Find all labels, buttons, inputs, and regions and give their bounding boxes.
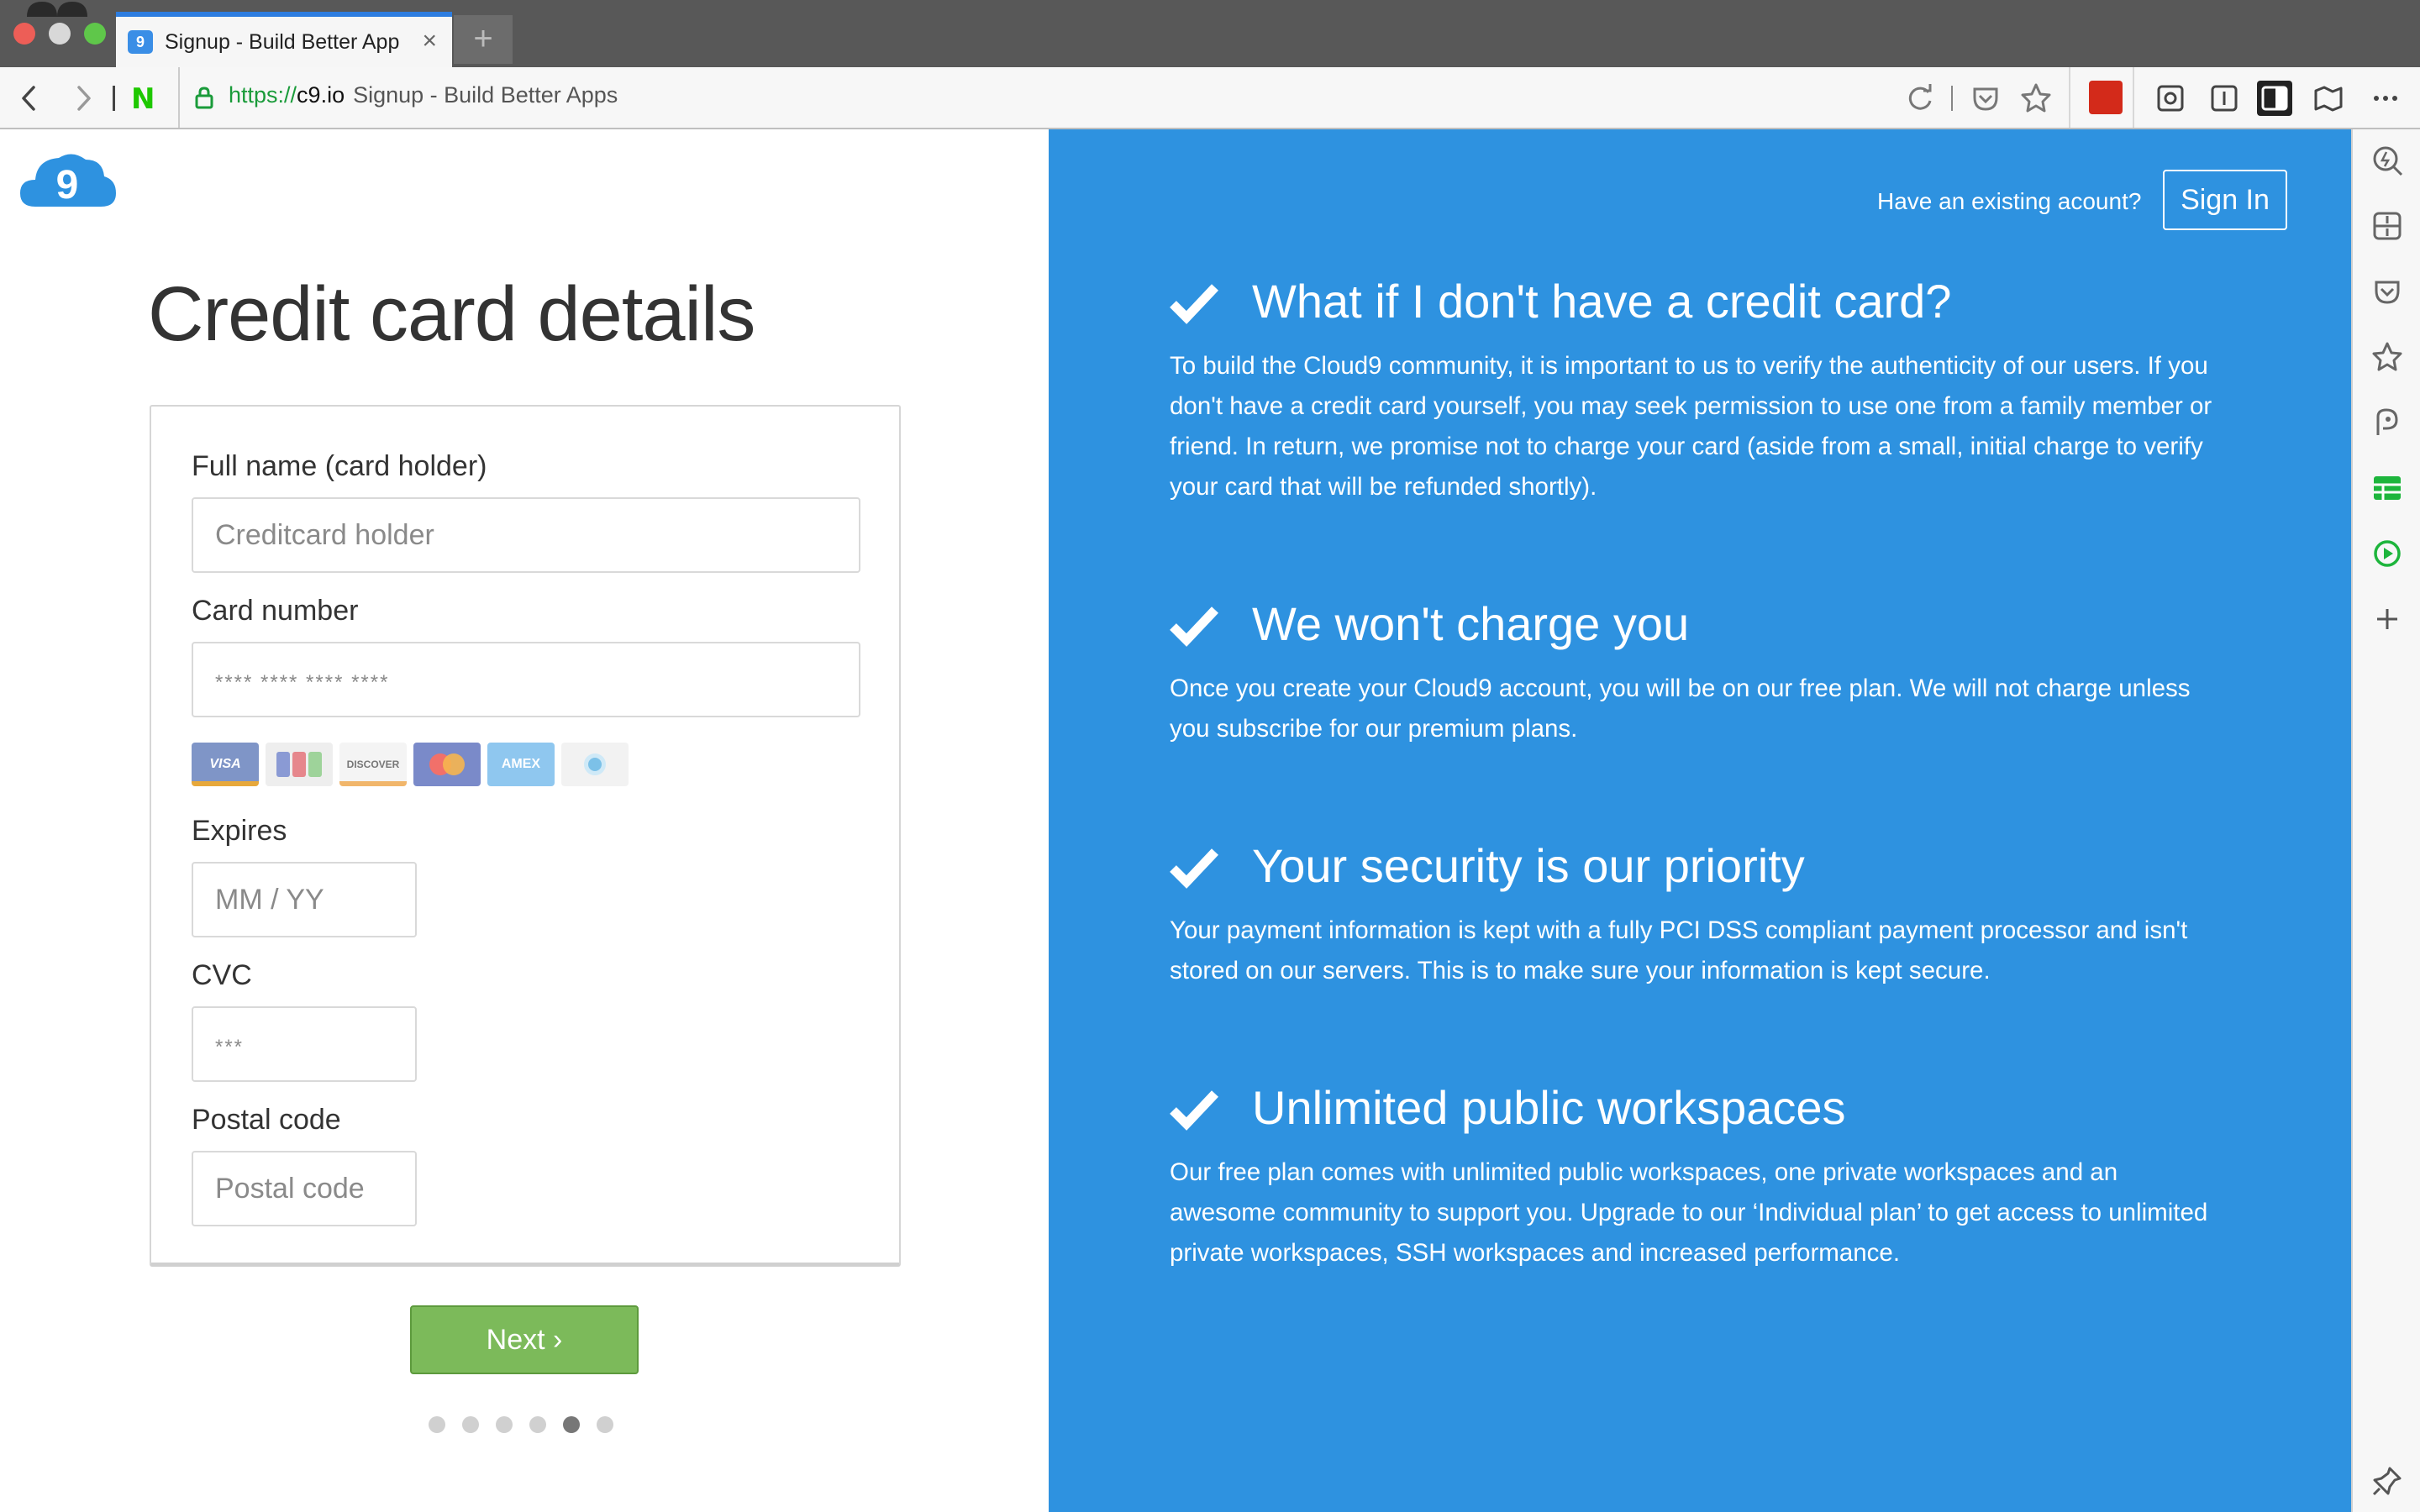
zoom-icon[interactable] bbox=[2370, 143, 2405, 178]
feature-title: What if I don't have a credit card? bbox=[1252, 275, 1952, 328]
discover-card-icon: DISCOVER bbox=[339, 743, 407, 786]
url-scheme: https:// bbox=[229, 82, 297, 108]
toolbar-divider bbox=[2133, 67, 2134, 128]
browser-sidebar bbox=[2351, 129, 2420, 1512]
existing-account-text: Have an existing acount? bbox=[1877, 188, 2142, 214]
next-button[interactable]: Next › bbox=[410, 1305, 639, 1374]
info-panel: Have an existing acount? Sign In What if… bbox=[1049, 129, 2351, 1512]
ghost-icon bbox=[27, 2, 87, 17]
feature-body: Once you create your Cloud9 account, you… bbox=[1170, 675, 2191, 743]
jcb-card-icon bbox=[266, 743, 333, 786]
diners-card-icon bbox=[561, 743, 629, 786]
browser-tab-bar: 9 Signup - Build Better App × + bbox=[0, 0, 2420, 67]
feature-body: Your payment information is kept with a … bbox=[1170, 916, 2188, 984]
toolbar-divider bbox=[2069, 67, 2070, 128]
nav-divider bbox=[113, 86, 115, 111]
step-dot bbox=[563, 1416, 580, 1433]
checkmark-icon bbox=[1170, 848, 1218, 889]
feature-title: We won't charge you bbox=[1252, 597, 1690, 650]
add-icon[interactable] bbox=[2370, 601, 2405, 637]
back-arrow-icon[interactable] bbox=[12, 81, 47, 116]
mastercard-icon bbox=[413, 743, 481, 786]
naver-home-icon[interactable]: N bbox=[131, 82, 155, 116]
expires-input[interactable] bbox=[192, 862, 417, 937]
page-title: Credit card details bbox=[148, 271, 755, 357]
maximize-window-button[interactable] bbox=[84, 23, 106, 45]
checkmark-icon bbox=[1170, 606, 1218, 647]
feature-body: Our free plan comes with unlimited publi… bbox=[1170, 1158, 2208, 1267]
address-bar[interactable]: https://c9.io Signup - Build Better Apps bbox=[178, 67, 2069, 128]
expires-label: Expires bbox=[192, 815, 287, 847]
new-tab-button[interactable]: + bbox=[454, 15, 513, 64]
url-host: c9.io bbox=[297, 82, 345, 108]
papago-icon[interactable] bbox=[2370, 405, 2405, 440]
nav-divider bbox=[1951, 86, 1953, 111]
sidebar-toggle-icon[interactable] bbox=[2257, 81, 2292, 116]
cvc-input[interactable] bbox=[192, 1006, 417, 1082]
step-dot bbox=[462, 1416, 479, 1433]
pin-icon[interactable] bbox=[2370, 1463, 2405, 1499]
accepted-cards: VISA DISCOVER AMEX bbox=[192, 743, 629, 788]
full-name-input[interactable] bbox=[192, 497, 860, 573]
step-dot bbox=[597, 1416, 613, 1433]
checkmark-icon bbox=[1170, 1090, 1218, 1131]
tab-favicon-icon: 9 bbox=[128, 30, 153, 54]
postal-code-label: Postal code bbox=[192, 1104, 341, 1136]
url-text[interactable]: https://c9.io Signup - Build Better Apps bbox=[229, 82, 618, 108]
browser-nav-bar: N https://c9.io Signup - Build Better App… bbox=[0, 67, 2420, 129]
svg-text:9: 9 bbox=[56, 163, 79, 207]
credit-card-form: Full name (card holder) Card number VISA… bbox=[150, 405, 901, 1267]
postal-code-input[interactable] bbox=[192, 1151, 417, 1226]
sign-in-button[interactable]: Sign In bbox=[2163, 170, 2287, 230]
checkmark-icon bbox=[1170, 284, 1218, 324]
spreadsheet-icon[interactable] bbox=[2370, 470, 2405, 506]
lock-icon bbox=[195, 87, 213, 109]
browser-tab[interactable]: 9 Signup - Build Better App × bbox=[116, 12, 452, 67]
signup-form-panel: 9 Credit card details Full name (card ho… bbox=[0, 129, 1049, 1512]
pocket-icon[interactable] bbox=[2370, 274, 2405, 309]
feature-body: To build the Cloud9 community, it is imp… bbox=[1170, 352, 2212, 501]
feature-title: Your security is our priority bbox=[1252, 839, 1805, 892]
visa-card-icon: VISA bbox=[192, 743, 259, 786]
step-dot bbox=[496, 1416, 513, 1433]
bookmark-star-icon[interactable] bbox=[2370, 339, 2405, 375]
card-number-input[interactable] bbox=[192, 642, 860, 717]
forward-arrow-icon[interactable] bbox=[66, 81, 101, 116]
close-window-button[interactable] bbox=[13, 23, 35, 45]
more-menu-icon[interactable] bbox=[2368, 81, 2403, 116]
screenshot-icon[interactable] bbox=[2153, 81, 2188, 116]
cloud9-logo[interactable]: 9 bbox=[18, 148, 118, 208]
tab-title: Signup - Build Better App bbox=[165, 30, 400, 54]
pocket-icon[interactable] bbox=[1968, 81, 2003, 116]
full-name-label: Full name (card holder) bbox=[192, 450, 487, 482]
feature-title: Unlimited public workspaces bbox=[1252, 1081, 1846, 1134]
step-dot bbox=[429, 1416, 445, 1433]
amex-card-icon: AMEX bbox=[487, 743, 555, 786]
map-icon[interactable] bbox=[2311, 81, 2346, 116]
card-number-label: Card number bbox=[192, 595, 359, 627]
step-indicator bbox=[429, 1416, 613, 1433]
calculator-icon[interactable] bbox=[2370, 208, 2405, 244]
step-dot bbox=[529, 1416, 546, 1433]
extension-icon[interactable] bbox=[2089, 81, 2123, 114]
tab-close-icon[interactable]: × bbox=[422, 27, 437, 55]
bookmark-star-icon[interactable] bbox=[2018, 81, 2054, 116]
minimize-window-button[interactable] bbox=[49, 23, 71, 45]
url-page-title: Signup - Build Better Apps bbox=[353, 82, 618, 108]
play-icon[interactable] bbox=[2370, 536, 2405, 571]
reload-icon[interactable] bbox=[1902, 81, 1938, 116]
cvc-label: CVC bbox=[192, 959, 252, 991]
reader-mode-icon[interactable] bbox=[2207, 81, 2242, 116]
